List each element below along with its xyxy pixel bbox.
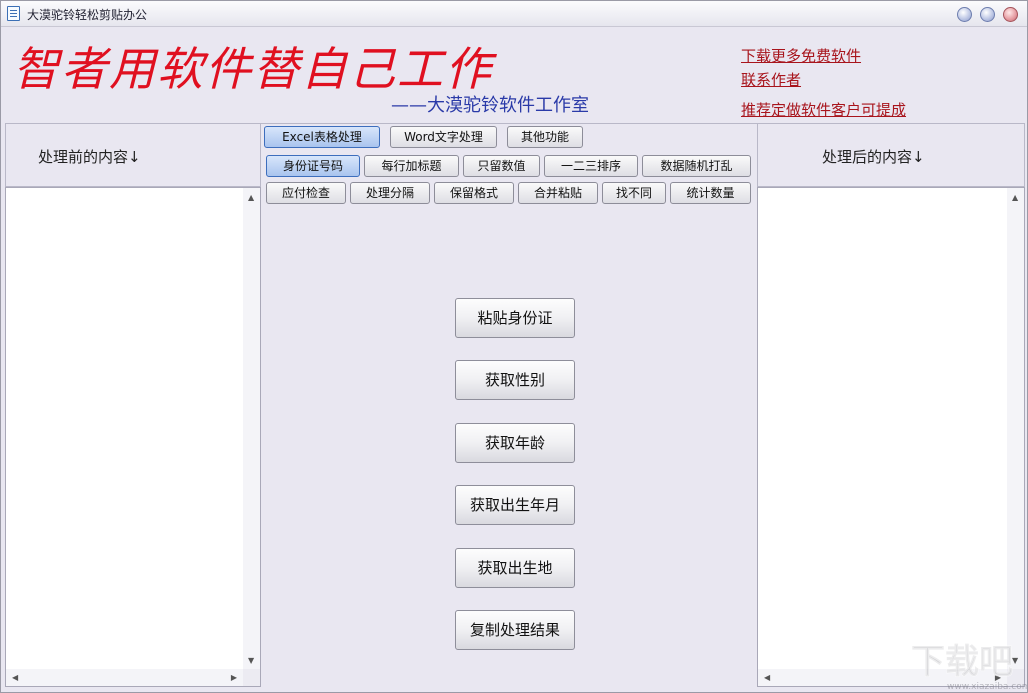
watermark-logo-icon: 下载吧 www.xiazaiba.com xyxy=(911,642,1028,693)
right-panel-header: 处理后的内容↓ xyxy=(757,123,1025,187)
maximize-button[interactable] xyxy=(980,7,995,22)
scroll-up-icon[interactable]: ▲ xyxy=(1012,194,1018,202)
left-panel-label: 处理前的内容↓ xyxy=(38,148,141,166)
subtab-shuffle[interactable]: 数据随机打乱 xyxy=(642,155,751,177)
studio-text: ——大漠驼铃软件工作室 xyxy=(391,95,589,116)
get-birthdate-button[interactable]: 获取出生年月 xyxy=(455,485,575,525)
copy-result-button[interactable]: 复制处理结果 xyxy=(455,610,575,650)
subtab-keep-numbers[interactable]: 只留数值 xyxy=(463,155,540,177)
scroll-up-icon[interactable]: ▲ xyxy=(248,194,254,202)
subtab-id-number[interactable]: 身份证号码 xyxy=(266,155,360,177)
subtab-sort[interactable]: 一二三排序 xyxy=(544,155,638,177)
get-gender-button[interactable]: 获取性别 xyxy=(455,360,575,400)
right-panel-label: 处理后的内容↓ xyxy=(822,148,925,166)
download-more-link[interactable]: 下载更多免费软件 xyxy=(741,45,861,66)
watermark-logo: 下载吧 www.xiazaiba.com xyxy=(907,633,1028,693)
main-window: 大漠驼铃轻松剪贴办公 智者用软件替自己工作 ——大漠驼铃软件工作室 下载更多免费… xyxy=(0,0,1028,693)
subtab-separator[interactable]: 处理分隔 xyxy=(350,182,430,204)
document-icon xyxy=(7,6,20,21)
tab-excel[interactable]: Excel表格处理 xyxy=(264,126,380,148)
get-birthplace-button[interactable]: 获取出生地 xyxy=(455,548,575,588)
paste-id-button[interactable]: 粘贴身份证 xyxy=(455,298,575,338)
scroll-left-icon[interactable]: ◀ xyxy=(12,674,18,682)
header: 智者用软件替自己工作 ——大漠驼铃软件工作室 下载更多免费软件 联系作者 推荐定… xyxy=(5,29,1025,121)
subtab-keep-format[interactable]: 保留格式 xyxy=(434,182,514,204)
recommend-link[interactable]: 推荐定做软件客户可提成 xyxy=(741,99,906,120)
input-vertical-scrollbar[interactable]: ▲ ▼ xyxy=(243,188,260,669)
left-panel-header: 处理前的内容↓ xyxy=(5,123,261,187)
scroll-right-icon[interactable]: ▶ xyxy=(231,674,237,682)
subtab-count[interactable]: 统计数量 xyxy=(670,182,751,204)
contact-author-link[interactable]: 联系作者 xyxy=(741,69,801,90)
watermark-text: 下载吧 xyxy=(911,642,1013,682)
input-horizontal-scrollbar[interactable]: ◀ ▶ xyxy=(6,669,243,686)
scroll-corner xyxy=(243,669,260,686)
subtab-merge-paste[interactable]: 合并粘贴 xyxy=(518,182,598,204)
subtab-add-title[interactable]: 每行加标题 xyxy=(364,155,459,177)
tab-other[interactable]: 其他功能 xyxy=(507,126,583,148)
scroll-down-icon[interactable]: ▼ xyxy=(248,657,254,665)
close-button[interactable] xyxy=(1003,7,1018,22)
scroll-left-icon[interactable]: ◀ xyxy=(764,674,770,682)
minimize-button[interactable] xyxy=(957,7,972,22)
title-bar[interactable]: 大漠驼铃轻松剪贴办公 xyxy=(1,1,1027,27)
input-textarea[interactable]: ▲ ▼ ◀ ▶ xyxy=(5,187,261,687)
tab-word[interactable]: Word文字处理 xyxy=(390,126,497,148)
get-age-button[interactable]: 获取年龄 xyxy=(455,423,575,463)
subtab-check[interactable]: 应付检查 xyxy=(266,182,346,204)
slogan-text: 智者用软件替自己工作 xyxy=(13,42,493,96)
watermark-url: www.xiazaiba.com xyxy=(947,682,1027,692)
output-vertical-scrollbar[interactable]: ▲ ▼ xyxy=(1007,188,1024,669)
window-title: 大漠驼铃轻松剪贴办公 xyxy=(27,8,148,22)
subtab-find-diff[interactable]: 找不同 xyxy=(602,182,666,204)
function-panel: Excel表格处理 Word文字处理 其他功能 身份证号码 每行加标题 只留数值… xyxy=(261,123,757,689)
output-textarea[interactable]: ▲ ▼ ◀ ▶ xyxy=(757,187,1025,687)
